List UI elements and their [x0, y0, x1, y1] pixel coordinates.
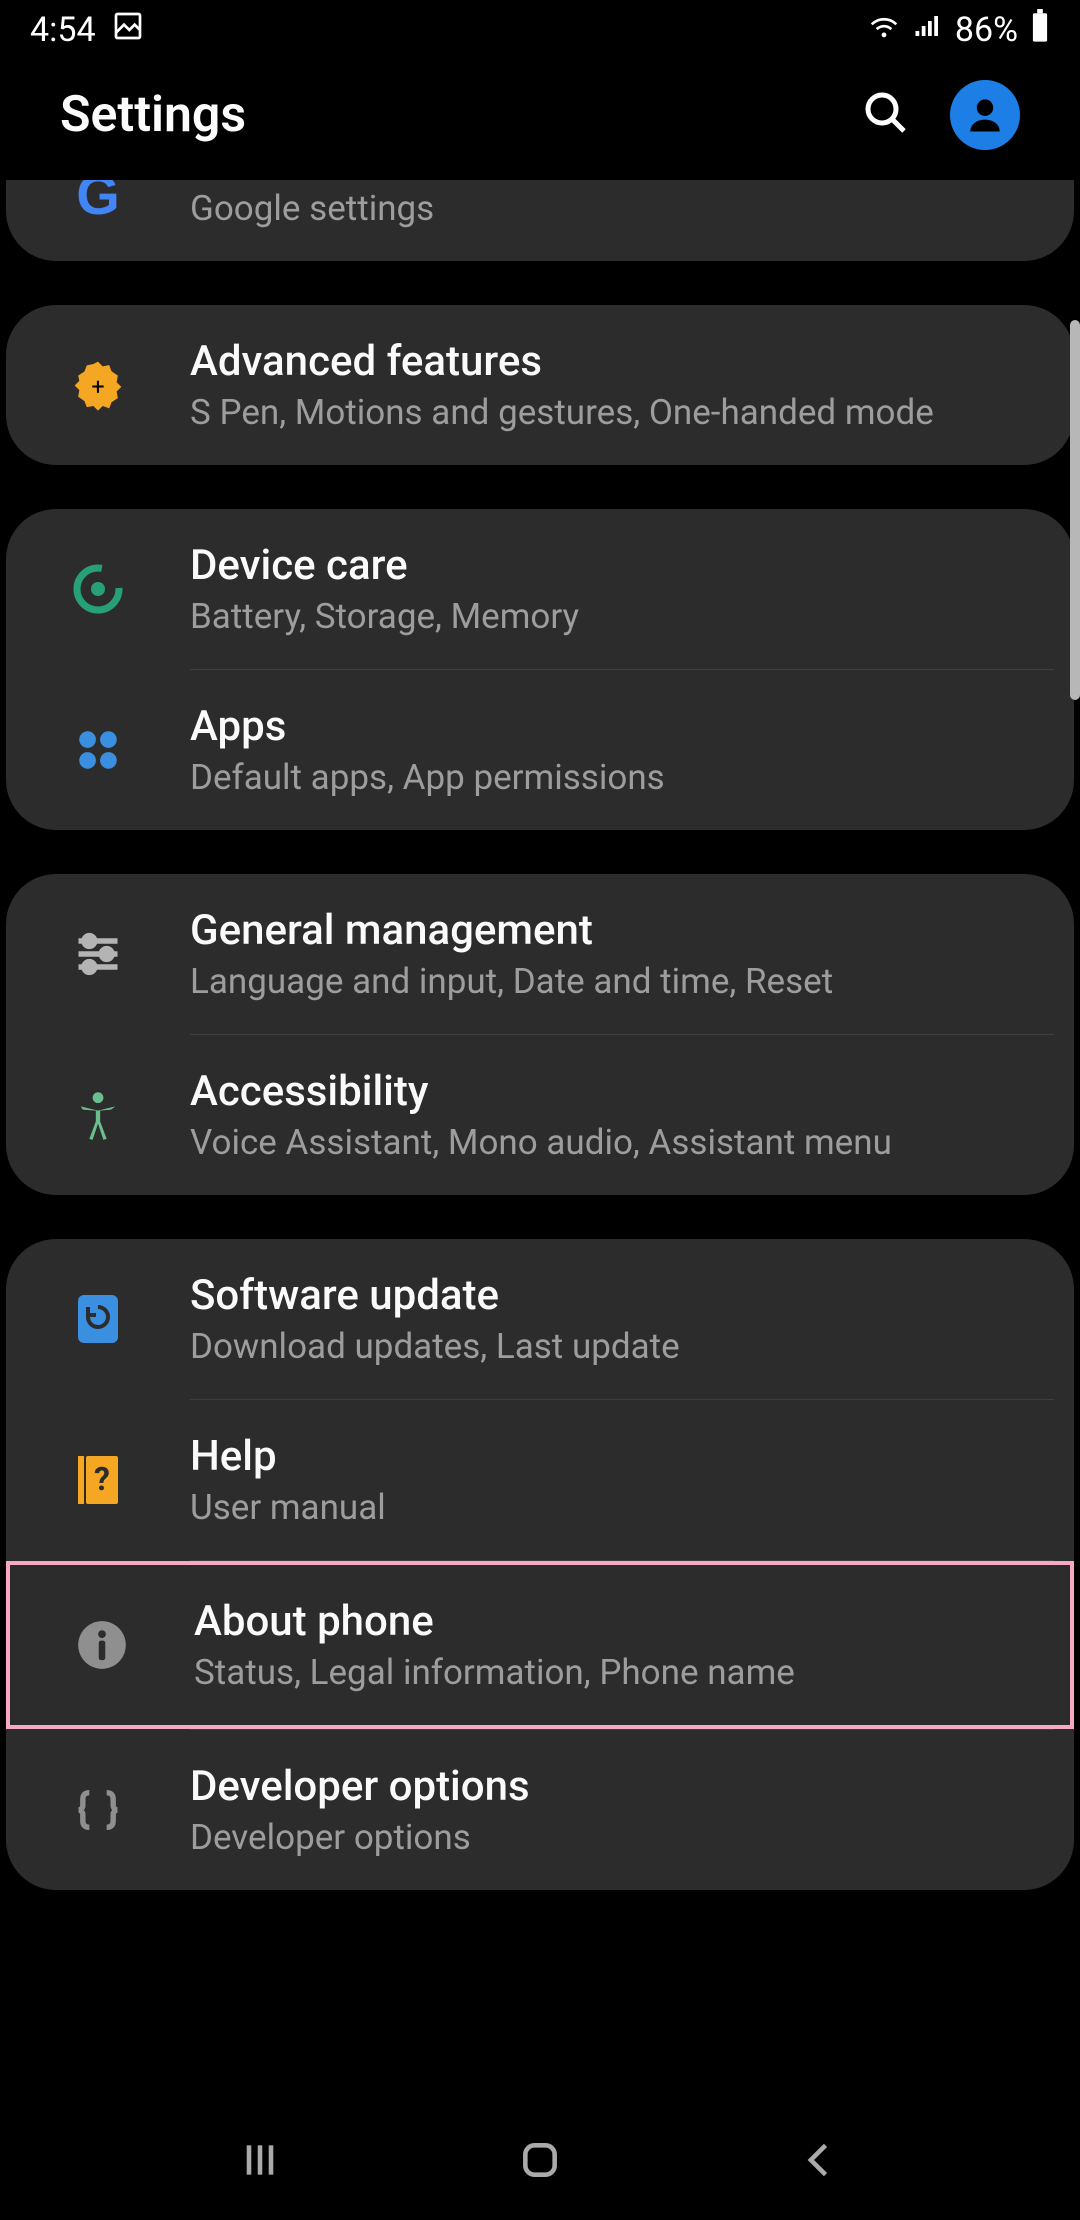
status-bar: 4:54 86% — [0, 0, 1080, 60]
image-icon — [112, 10, 144, 51]
settings-item-about-phone[interactable]: About phone Status, Legal information, Ph… — [6, 1561, 1074, 1729]
gear-plus-icon: + — [66, 353, 130, 417]
row-subtitle: Download updates, Last update — [190, 1326, 1038, 1367]
row-title: About phone — [194, 1597, 1034, 1646]
accessibility-icon — [66, 1083, 130, 1147]
row-title: Help — [190, 1432, 1038, 1481]
battery-percent: 86% — [955, 10, 1018, 50]
row-title: General management — [190, 906, 1038, 955]
app-header: Settings — [0, 60, 1080, 180]
row-body: Accessibility Voice Assistant, Mono audio… — [190, 1067, 1038, 1163]
row-body: Advanced features S Pen, Motions and gest… — [190, 337, 1038, 433]
row-body: General management Language and input, Da… — [190, 906, 1038, 1002]
row-title: Google — [190, 180, 1038, 182]
settings-card: + Advanced features S Pen, Motions and ges… — [6, 305, 1074, 465]
settings-item-help[interactable]: ? Help User manual — [6, 1400, 1074, 1560]
page-title: Settings — [60, 86, 246, 144]
row-subtitle: Voice Assistant, Mono audio, Assistant m… — [190, 1122, 1038, 1163]
row-body: About phone Status, Legal information, Ph… — [194, 1597, 1034, 1693]
profile-button[interactable] — [950, 80, 1020, 150]
row-body: Software update Download updates, Last up… — [190, 1271, 1038, 1367]
row-body: Developer options Developer options — [190, 1762, 1038, 1858]
info-icon — [70, 1613, 134, 1677]
google-g-icon: G — [66, 180, 130, 227]
svg-text:?: ? — [94, 1460, 110, 1498]
back-button[interactable] — [790, 2130, 850, 2190]
row-subtitle: User manual — [190, 1487, 1038, 1528]
wifi-icon — [867, 9, 901, 52]
sliders-icon — [66, 922, 130, 986]
status-time: 4:54 — [30, 10, 96, 50]
signal-icon — [913, 10, 943, 50]
row-body: Apps Default apps, App permissions — [190, 702, 1038, 798]
row-subtitle: Status, Legal information, Phone name — [194, 1652, 1034, 1693]
row-subtitle: S Pen, Motions and gestures, One-handed … — [190, 392, 1038, 433]
settings-card: G Google Google settings — [6, 180, 1074, 261]
row-title: Accessibility — [190, 1067, 1038, 1116]
navigation-bar — [0, 2100, 1080, 2220]
braces-icon — [66, 1778, 130, 1842]
settings-item-device-care[interactable]: Device care Battery, Storage, Memory — [6, 509, 1074, 669]
row-title: Developer options — [190, 1762, 1038, 1811]
row-title: Advanced features — [190, 337, 1038, 386]
settings-item-apps[interactable]: Apps Default apps, App permissions — [6, 670, 1074, 830]
settings-card: Device care Battery, Storage, Memory Apps D… — [6, 509, 1074, 830]
row-subtitle: Google settings — [190, 188, 1038, 229]
row-body: Help User manual — [190, 1432, 1038, 1528]
row-subtitle: Language and input, Date and time, Reset — [190, 961, 1038, 1002]
device-care-icon — [66, 557, 130, 621]
row-body: Device care Battery, Storage, Memory — [190, 541, 1038, 637]
row-subtitle: Default apps, App permissions — [190, 757, 1038, 798]
settings-list[interactable]: G Google Google settings + Advanced features… — [0, 180, 1080, 2140]
apps-dots-icon — [66, 718, 130, 782]
search-button[interactable] — [862, 89, 910, 141]
row-subtitle: Battery, Storage, Memory — [190, 596, 1038, 637]
settings-item-developer-options[interactable]: Developer options Developer options — [6, 1730, 1074, 1890]
help-book-icon: ? — [66, 1448, 130, 1512]
settings-item-software-update[interactable]: Software update Download updates, Last up… — [6, 1239, 1074, 1399]
svg-text:+: + — [91, 372, 104, 400]
settings-card: General management Language and input, Da… — [6, 874, 1074, 1195]
settings-item-advanced-features[interactable]: + Advanced features S Pen, Motions and ges… — [6, 305, 1074, 465]
row-body: Google Google settings — [190, 180, 1038, 229]
battery-icon — [1030, 9, 1050, 52]
settings-item-accessibility[interactable]: Accessibility Voice Assistant, Mono audio… — [6, 1035, 1074, 1195]
home-button[interactable] — [510, 2130, 570, 2190]
recents-button[interactable] — [230, 2130, 290, 2190]
settings-card: Software update Download updates, Last up… — [6, 1239, 1074, 1890]
row-title: Device care — [190, 541, 1038, 590]
settings-item-google[interactable]: G Google Google settings — [6, 180, 1074, 261]
scrollbar[interactable] — [1070, 320, 1080, 700]
update-icon — [66, 1287, 130, 1351]
settings-item-general-management[interactable]: General management Language and input, Da… — [6, 874, 1074, 1034]
row-title: Software update — [190, 1271, 1038, 1320]
row-subtitle: Developer options — [190, 1817, 1038, 1858]
row-title: Apps — [190, 702, 1038, 751]
